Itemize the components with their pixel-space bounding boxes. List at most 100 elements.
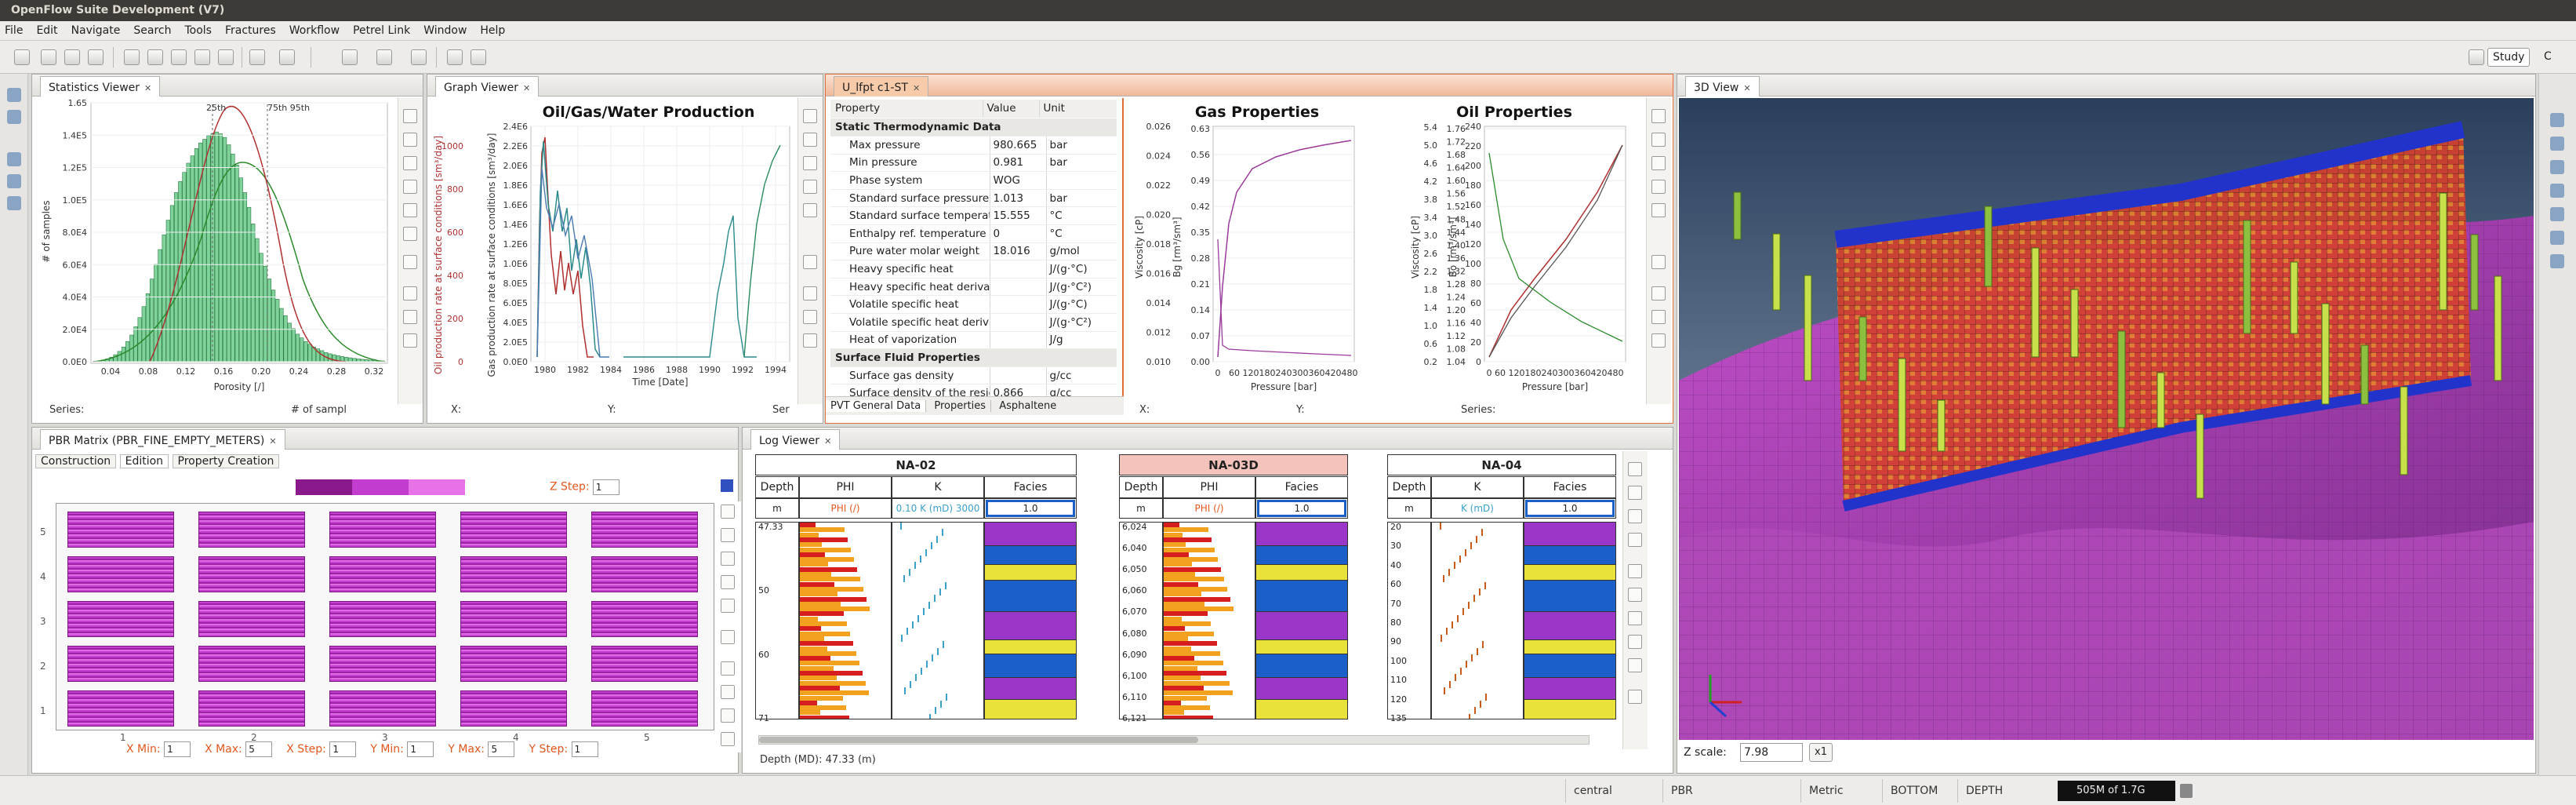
pvt-section-row[interactable]: Surface Fluid Properties xyxy=(830,348,1117,367)
pbr-cell[interactable] xyxy=(329,512,436,548)
track-header[interactable]: Facies xyxy=(1255,476,1348,498)
track-header[interactable]: PHI xyxy=(799,476,892,498)
link-icon[interactable] xyxy=(447,49,463,65)
apply-icon[interactable] xyxy=(721,732,735,746)
close-icon[interactable]: ✕ xyxy=(523,83,530,93)
pbr-cell[interactable] xyxy=(67,601,174,637)
zoom-out-icon[interactable] xyxy=(1628,533,1642,547)
tab-graph-viewer[interactable]: Graph Viewer ✕ xyxy=(435,76,540,97)
pbr-cell[interactable] xyxy=(460,601,567,637)
well-trajectory[interactable] xyxy=(1858,316,1867,381)
pbr-cell[interactable] xyxy=(460,512,567,548)
well-name-header[interactable]: NA-04 xyxy=(1387,454,1616,475)
perspective-c-button[interactable]: C xyxy=(2539,48,2556,67)
color-picker-icon[interactable] xyxy=(721,479,733,492)
series-icon[interactable] xyxy=(403,333,417,348)
layout-icon[interactable] xyxy=(403,286,417,301)
pbr-cell[interactable] xyxy=(67,556,174,592)
pointer-icon[interactable] xyxy=(403,109,417,123)
legend-icon[interactable] xyxy=(803,310,817,324)
menu-navigate[interactable]: Navigate xyxy=(71,24,121,37)
pbr-control-input[interactable]: 5 xyxy=(488,741,515,757)
subtab-asphaltene[interactable]: Asphaltene xyxy=(994,400,1061,412)
track-header[interactable]: Depth xyxy=(1119,476,1163,498)
tab-pbr-matrix[interactable]: PBR Matrix (PBR_FINE_EMPTY_METERS) ✕ xyxy=(40,429,285,450)
pvt-row[interactable]: Heavy specific heat J/(g·°C) xyxy=(830,260,1117,279)
section-tool-icon[interactable] xyxy=(2550,231,2564,245)
camera-tool-icon[interactable] xyxy=(2550,254,2564,268)
tree-icon[interactable] xyxy=(7,110,21,124)
pbr-cell[interactable] xyxy=(329,646,436,682)
settings-icon[interactable] xyxy=(411,49,427,65)
flatten-icon[interactable] xyxy=(1628,635,1642,649)
z-scale-input[interactable]: 7.98 xyxy=(1740,743,1803,762)
forward-icon[interactable] xyxy=(279,49,295,65)
subtab-edition[interactable]: Edition xyxy=(119,454,169,468)
menu-workflow[interactable]: Workflow xyxy=(289,24,340,37)
well-trajectory[interactable] xyxy=(2290,261,2298,334)
pbr-cell[interactable] xyxy=(67,690,174,727)
hand-icon[interactable] xyxy=(1651,156,1666,170)
well-trajectory[interactable] xyxy=(1937,399,1946,452)
close-icon[interactable]: ✕ xyxy=(144,83,151,93)
measure-tool-icon[interactable] xyxy=(2550,184,2564,198)
menu-petrel-link[interactable]: Petrel Link xyxy=(353,24,410,37)
well-trajectory[interactable] xyxy=(2156,372,2165,428)
menu-edit[interactable]: Edit xyxy=(36,24,57,37)
pvt-row[interactable]: Surface gas density g/cc xyxy=(830,366,1117,385)
track-add-icon[interactable] xyxy=(1628,564,1642,578)
track-header[interactable]: Depth xyxy=(755,476,799,498)
close-icon[interactable]: ✕ xyxy=(824,436,831,446)
tab-3d-view[interactable]: 3D View ✕ xyxy=(1685,76,1760,97)
series-icon[interactable] xyxy=(803,333,817,348)
select-tool-icon[interactable] xyxy=(2550,137,2564,151)
pbr-cell[interactable] xyxy=(329,556,436,592)
z-scale-reset-button[interactable]: x1 xyxy=(1809,743,1833,762)
tab-log-viewer[interactable]: Log Viewer ✕ xyxy=(750,429,841,450)
edit-icon[interactable] xyxy=(721,528,735,542)
garbage-collect-icon[interactable] xyxy=(2180,784,2193,798)
pvt-row[interactable]: Heavy specific heat derivati J/(g·°C²) xyxy=(830,278,1117,297)
pbr-cell[interactable] xyxy=(591,690,698,727)
pbr-cell[interactable] xyxy=(198,646,305,682)
zoom-in-icon[interactable] xyxy=(1651,180,1666,194)
zoom-in-icon[interactable] xyxy=(803,180,817,194)
well-name-header[interactable]: NA-02 xyxy=(755,454,1077,475)
cut-icon[interactable] xyxy=(171,49,187,65)
pbr-cell[interactable] xyxy=(591,556,698,592)
pvt-section-row[interactable]: Static Thermodynamic Data xyxy=(830,118,1117,137)
menu-window[interactable]: Window xyxy=(423,24,467,37)
pbr-cell[interactable] xyxy=(198,512,305,548)
well-trajectory[interactable] xyxy=(2070,289,2079,358)
pbr-cell[interactable] xyxy=(460,690,567,727)
view-tool-icon[interactable] xyxy=(2550,113,2564,127)
pan-icon[interactable] xyxy=(403,133,417,147)
well-trajectory[interactable] xyxy=(1804,275,1812,381)
export-chart-icon[interactable] xyxy=(403,255,417,269)
subtab-properties[interactable]: Properties xyxy=(929,400,992,412)
well-trajectory[interactable] xyxy=(2360,344,2369,405)
undo-icon[interactable] xyxy=(124,49,140,65)
hand-icon[interactable] xyxy=(1628,486,1642,500)
pbr-cell[interactable] xyxy=(198,556,305,592)
pick-tool-icon[interactable] xyxy=(2550,160,2564,174)
pbr-cell[interactable] xyxy=(460,556,567,592)
open-icon[interactable] xyxy=(41,49,56,65)
pan-icon[interactable] xyxy=(803,133,817,147)
track-header[interactable]: Facies xyxy=(1524,476,1616,498)
table-icon[interactable] xyxy=(721,708,735,723)
save-all-icon[interactable] xyxy=(88,49,104,65)
tab-pvt[interactable]: U_lfpt c1-ST ✕ xyxy=(834,76,929,97)
zoom-in-icon[interactable] xyxy=(403,180,417,194)
marker-icon[interactable] xyxy=(1628,658,1642,672)
redo-edit-icon[interactable] xyxy=(721,685,735,699)
export-chart-icon[interactable] xyxy=(1651,255,1666,269)
pvt-row[interactable]: Phase system WOG xyxy=(830,171,1117,190)
menu-fractures[interactable]: Fractures xyxy=(225,24,276,37)
paste-icon[interactable] xyxy=(218,49,234,65)
back-icon[interactable] xyxy=(249,49,265,65)
zoom-out-icon[interactable] xyxy=(403,203,417,217)
correlation-icon[interactable] xyxy=(1628,611,1642,625)
close-icon[interactable]: ✕ xyxy=(1743,83,1750,93)
zoom-out-icon[interactable] xyxy=(803,203,817,217)
